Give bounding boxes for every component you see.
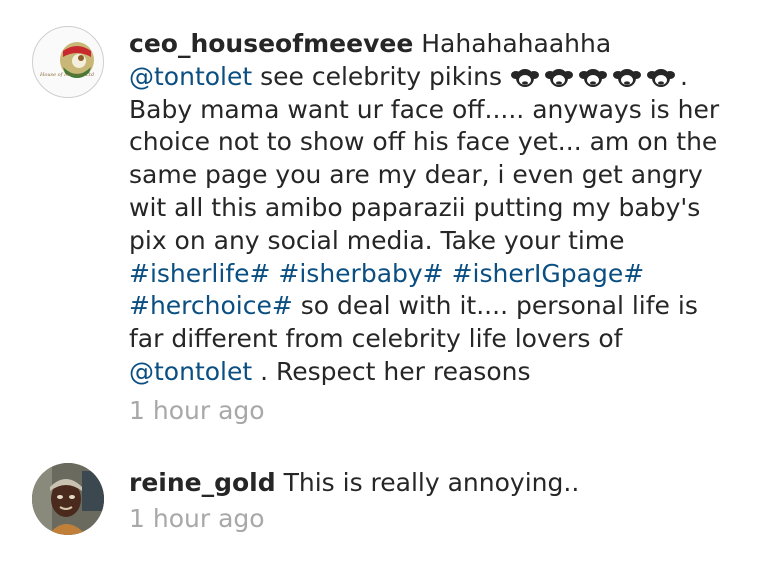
hashtag-link[interactable]: #herchoice# bbox=[129, 291, 293, 320]
hashtag-link[interactable]: #isherbaby# bbox=[278, 259, 443, 288]
comment-text: ceo_houseofmeevee Hahahahaahha @tontolet… bbox=[129, 28, 739, 389]
profile-photo-icon bbox=[32, 463, 104, 535]
mention-link[interactable]: @tontolet bbox=[129, 62, 252, 91]
hashtag-link[interactable]: #isherIGpage# bbox=[452, 259, 645, 288]
comment-timestamp[interactable]: 1 hour ago bbox=[129, 504, 265, 533]
comment-body-text: Hahahahaahha bbox=[413, 29, 612, 58]
comment-body-text: see celebrity pikins bbox=[252, 61, 510, 91]
comment-body-text bbox=[444, 259, 452, 288]
avatar[interactable] bbox=[32, 463, 104, 535]
house-of-meevee-logo-icon bbox=[60, 42, 94, 78]
see-no-evil-monkey-icon bbox=[545, 68, 573, 87]
comment-item: House of Meevee Ltd ceo_houseofmeevee Ha… bbox=[0, 0, 768, 440]
see-no-evil-monkey-icon bbox=[579, 68, 607, 87]
hashtag-link[interactable]: #isherlife# bbox=[129, 259, 270, 288]
avatar-caption: House of Meevee Ltd bbox=[39, 72, 95, 78]
avatar[interactable]: House of Meevee Ltd bbox=[32, 26, 104, 98]
comment-username[interactable]: ceo_houseofmeevee bbox=[129, 29, 413, 58]
comment-text: reine_gold This is really annoying.. bbox=[129, 467, 739, 500]
see-no-evil-monkey-icon bbox=[511, 68, 539, 87]
comment-body-text: . Respect her reasons bbox=[252, 356, 531, 386]
comment-username[interactable]: reine_gold bbox=[129, 468, 276, 497]
see-no-evil-monkey-icon bbox=[647, 68, 675, 87]
comment-timestamp[interactable]: 1 hour ago bbox=[129, 396, 265, 425]
comment-body-text: This is really annoying.. bbox=[275, 468, 580, 497]
comment-item: reine_gold This is really annoying.. 1 h… bbox=[0, 440, 768, 562]
see-no-evil-monkey-icon bbox=[613, 68, 641, 87]
mention-link[interactable]: @tontolet bbox=[129, 357, 252, 386]
